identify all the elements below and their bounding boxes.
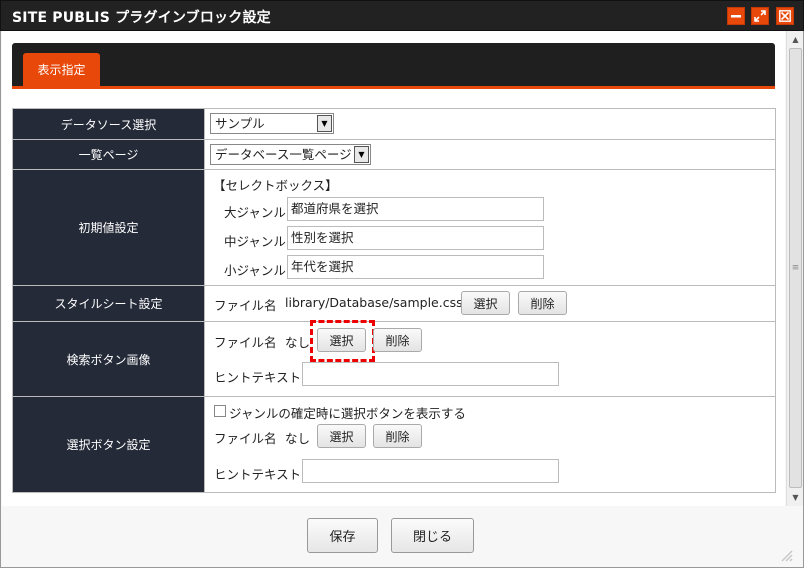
datasource-selected: サンプル xyxy=(215,116,265,131)
select-file-value: なし xyxy=(285,431,311,446)
window-title: SITE PUBLIS プラグインブロック設定 xyxy=(12,10,271,26)
genre-medium-input[interactable]: 性別を選択 xyxy=(287,226,544,250)
datasource-select[interactable]: サンプル ▼ xyxy=(210,113,334,134)
list-page-selected: データベース一覧ページ xyxy=(215,147,352,162)
select-hint-input[interactable] xyxy=(302,459,559,483)
window-titlebar: SITE PUBLIS プラグインブロック設定 xyxy=(0,0,804,31)
dialog-content: 表示指定 データソース選択 サンプル ▼ 一覧ページ データベース一覧ページ ▼ xyxy=(2,31,785,506)
tab-display-settings[interactable]: 表示指定 xyxy=(23,53,100,86)
select-file-label: ファイル名 xyxy=(214,431,277,446)
close-icon[interactable] xyxy=(776,7,794,25)
search-delete-button[interactable]: 削除 xyxy=(373,328,422,352)
scroll-up-icon[interactable]: ▲ xyxy=(788,32,803,47)
datasource-label: データソース選択 xyxy=(12,108,205,140)
genre-small-input[interactable]: 年代を選択 xyxy=(287,255,544,279)
settings-form: データソース選択 サンプル ▼ 一覧ページ データベース一覧ページ ▼ 初期値設… xyxy=(12,108,776,493)
chevron-down-icon: ▼ xyxy=(354,146,369,163)
genre-large-label: 大ジャンル xyxy=(224,205,286,220)
stylesheet-select-button[interactable]: 選択 xyxy=(461,291,510,315)
minimize-icon[interactable] xyxy=(727,7,745,25)
initial-value-label: 初期値設定 xyxy=(12,169,205,286)
vertical-scrollbar[interactable]: ▲ ≡ ▼ xyxy=(786,31,803,506)
scrollbar-thumb[interactable]: ≡ xyxy=(789,48,802,488)
dialog-frame: 表示指定 データソース選択 サンプル ▼ 一覧ページ データベース一覧ページ ▼ xyxy=(0,31,804,568)
close-button[interactable]: 閉じる xyxy=(391,518,474,553)
genre-large-input[interactable]: 都道府県を選択 xyxy=(287,197,544,221)
search-hint-label: ヒントテキスト xyxy=(214,370,302,385)
search-file-value: なし xyxy=(285,335,311,350)
stylesheet-file-value: library/Database/sample.css xyxy=(285,295,463,310)
chevron-down-icon: ▼ xyxy=(317,115,332,132)
stylesheet-delete-button[interactable]: 削除 xyxy=(518,291,567,315)
resize-grip-icon[interactable] xyxy=(777,546,795,564)
save-button[interactable]: 保存 xyxy=(307,518,378,553)
select-delete-button[interactable]: 削除 xyxy=(373,424,422,448)
search-select-button[interactable]: 選択 xyxy=(317,328,366,352)
scroll-down-icon[interactable]: ▼ xyxy=(788,490,803,505)
show-select-button-label: ジャンルの確定時に選択ボタンを表示する xyxy=(229,406,466,421)
maximize-icon[interactable] xyxy=(751,7,769,25)
tab-bar: 表示指定 xyxy=(12,43,775,89)
list-page-select[interactable]: データベース一覧ページ ▼ xyxy=(210,144,371,165)
show-select-button-checkbox[interactable] xyxy=(214,405,226,417)
stylesheet-file-label: ファイル名 xyxy=(214,298,277,313)
search-hint-input[interactable] xyxy=(302,362,559,386)
genre-small-label: 小ジャンル xyxy=(224,263,286,278)
genre-medium-label: 中ジャンル xyxy=(224,234,286,249)
list-page-label: 一覧ページ xyxy=(12,139,205,170)
select-select-button[interactable]: 選択 xyxy=(317,424,366,448)
select-button-label: 選択ボタン設定 xyxy=(12,396,205,493)
selectbox-heading: 【セレクトボックス】 xyxy=(213,178,338,193)
stylesheet-label: スタイルシート設定 xyxy=(12,285,205,322)
search-file-label: ファイル名 xyxy=(214,335,277,350)
select-hint-label: ヒントテキスト xyxy=(214,467,302,482)
search-image-label: 検索ボタン画像 xyxy=(12,321,205,397)
